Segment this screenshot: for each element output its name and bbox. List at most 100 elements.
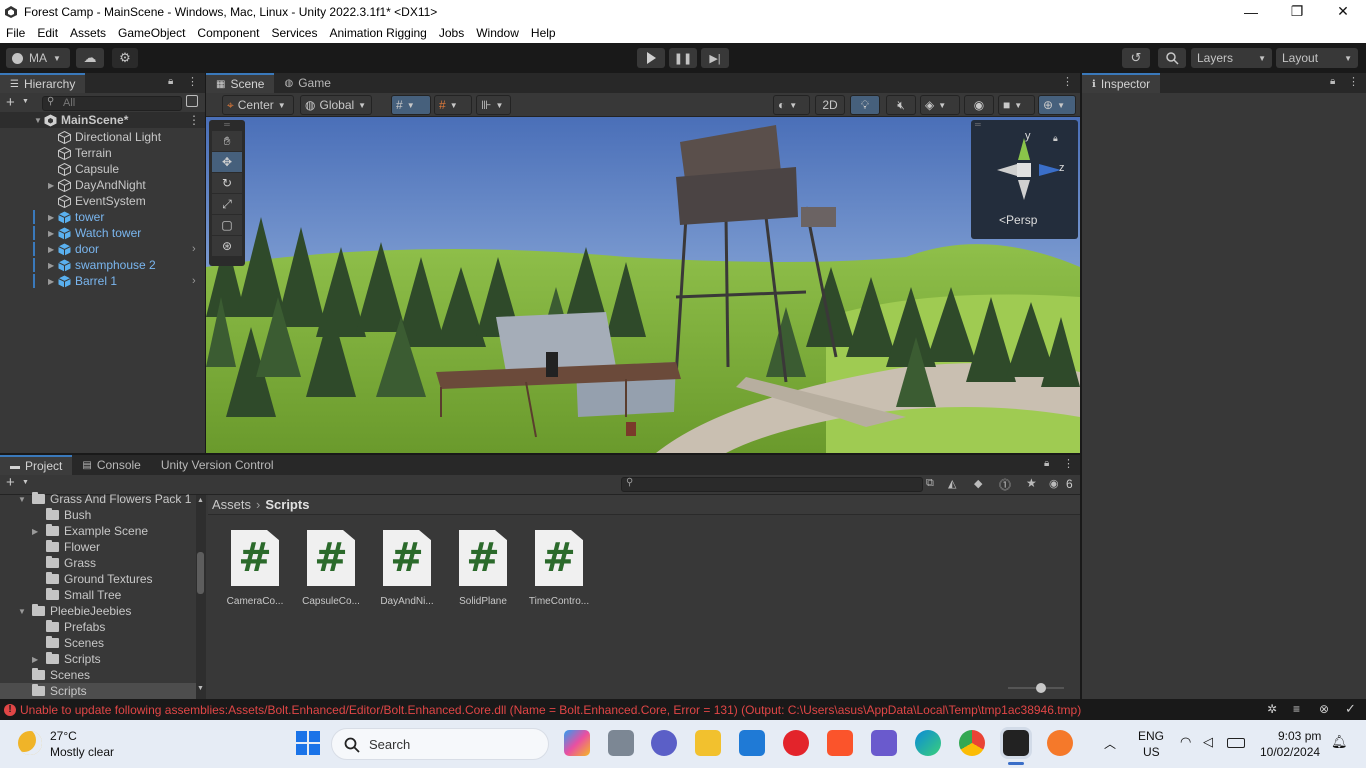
weather-desc[interactable]: Mostly clear [50, 745, 114, 759]
more-menu-icon[interactable]: ⋮ [187, 75, 198, 88]
menu-edit[interactable]: Edit [31, 23, 64, 43]
project-tree-item[interactable]: ▶ Example Scene [0, 523, 196, 539]
copilot-app-icon[interactable] [564, 730, 590, 756]
bug-icon[interactable]: ✲ [1267, 702, 1277, 716]
project-tree-item[interactable]: Flower [0, 539, 196, 555]
zoom-slider[interactable] [1008, 683, 1064, 693]
tab-version-control[interactable]: Unity Version Control [151, 455, 284, 475]
file-explorer-icon[interactable] [695, 730, 721, 756]
effects-dropdown[interactable]: ◈ ▼ [920, 95, 960, 115]
expand-arrow-icon[interactable]: ▼ [34, 116, 44, 125]
menu-jobs[interactable]: Jobs [433, 23, 470, 43]
project-tree-item[interactable]: Ground Textures [0, 571, 196, 587]
tab-inspector[interactable]: ℹ Inspector [1082, 73, 1161, 93]
brave-icon[interactable] [827, 730, 853, 756]
hierarchy-item[interactable]: ▶ Barrel 1 › [0, 273, 205, 289]
lock-icon[interactable]: 🔒︎ [168, 76, 173, 87]
audio-toggle[interactable]: 🔇︎ [886, 95, 916, 115]
notification-bell-icon[interactable]: 🔔︎ [1331, 734, 1348, 750]
more-menu-icon[interactable]: ⋮ [1062, 75, 1073, 88]
draw-mode-dropdown[interactable]: ◐ ▼ [773, 95, 810, 115]
weather-temp[interactable]: 27°C [50, 729, 77, 743]
label-tag-icon[interactable]: ◆ [974, 477, 982, 490]
battery-icon[interactable] [1227, 738, 1245, 748]
breadcrumb-scripts[interactable]: Scripts [265, 497, 309, 512]
taskbar-search[interactable]: Search [331, 728, 549, 760]
hierarchy-item[interactable]: ▶ DayAndNight [0, 177, 205, 193]
cloud-button[interactable]: ☁ [76, 48, 104, 68]
opera-icon[interactable] [783, 730, 809, 756]
more-menu-icon[interactable]: ⋮ [1348, 75, 1359, 88]
hidden-packages-icon[interactable]: ◉ [1049, 477, 1059, 490]
weather-moon-icon[interactable] [18, 731, 42, 755]
project-tree-item[interactable]: Scenes [0, 667, 196, 683]
more-menu-icon[interactable]: ⋮ [188, 113, 200, 127]
asset-item[interactable]: # CameraCo... [219, 530, 291, 607]
hand-tool-button[interactable]: ✋︎ [212, 131, 242, 151]
project-tree-item[interactable]: Scenes [0, 635, 196, 651]
expand-arrow-icon[interactable]: ▶ [48, 229, 58, 238]
project-tree-item[interactable]: ▼ PleebieJeebies [0, 603, 196, 619]
move-tool-button[interactable]: ✥ [212, 152, 242, 172]
minimize-button[interactable]: — [1228, 0, 1274, 23]
teams-chat-icon[interactable] [651, 730, 677, 756]
layout-dropdown[interactable]: Layout ▼ [1276, 48, 1358, 68]
scene-visibility-icon[interactable] [186, 95, 198, 107]
clock-time[interactable]: 9:03 pm [1278, 729, 1321, 743]
persp-toggle[interactable]: <Persp [999, 213, 1037, 227]
asset-item[interactable]: # DayAndNi... [371, 530, 443, 607]
expand-arrow-icon[interactable]: ▶ [48, 261, 58, 270]
toggle-2d-button[interactable]: 2D [815, 95, 845, 115]
menu-component[interactable]: Component [191, 23, 265, 43]
breadcrumb-assets[interactable]: Assets [212, 497, 251, 512]
ruler-button[interactable]: ⊪ ▼ [476, 95, 511, 115]
hierarchy-item[interactable]: ▶ Watch tower [0, 225, 205, 241]
auto-refresh-icon[interactable]: ⊗ [1319, 702, 1329, 716]
menu-help[interactable]: Help [525, 23, 562, 43]
expand-arrow-icon[interactable]: ▶ [32, 655, 46, 664]
expand-arrow-icon[interactable]: ▶ [32, 527, 46, 536]
project-tree-item[interactable]: ▶ Scripts [0, 651, 196, 667]
asset-item[interactable]: # CapsuleCo... [295, 530, 367, 607]
expand-arrow-icon[interactable]: ▶ [48, 245, 58, 254]
collab-button[interactable]: ⚙ [112, 48, 138, 68]
hierarchy-item[interactable]: EventSystem [0, 193, 205, 209]
project-tree-item[interactable]: ▼ Grass And Flowers Pack 1 [0, 491, 196, 507]
favorite-star-icon[interactable]: ★ [1026, 476, 1037, 490]
expand-arrow-icon[interactable]: ▶ [48, 213, 58, 222]
close-button[interactable]: ✕ [1320, 0, 1366, 23]
scene-visibility-toggle[interactable]: ◉ [964, 95, 994, 115]
zoom-slider-thumb[interactable] [1036, 683, 1046, 693]
filter-type-icon[interactable]: ◭ [948, 477, 956, 490]
expand-arrow-icon[interactable]: ▶ [48, 277, 58, 286]
project-tree-item[interactable]: Scripts [0, 683, 196, 699]
scale-tool-button[interactable]: ⤢ [212, 194, 242, 214]
search-button[interactable] [1158, 48, 1186, 68]
lighting-toggle[interactable]: 💡︎ [850, 95, 880, 115]
project-search-input[interactable]: ⚲ [621, 477, 923, 492]
lock-icon[interactable]: 🔒︎ [1330, 76, 1335, 87]
asset-item[interactable]: # SolidPlane [447, 530, 519, 607]
tab-console[interactable]: ▤ Console [72, 455, 150, 475]
restore-button[interactable]: ❐ [1274, 0, 1320, 23]
hierarchy-item[interactable]: Directional Light [0, 129, 205, 145]
gizmos-dropdown[interactable]: ⊕ ▼ [1038, 95, 1076, 115]
space-dropdown[interactable]: ◍ Global ▼ [300, 95, 372, 115]
transform-tool-button[interactable]: ⊛ [212, 236, 242, 256]
orientation-gizmo[interactable]: ═ 🔒︎ y z <Persp [971, 120, 1078, 239]
edge-icon[interactable] [915, 730, 941, 756]
unity-hub-icon[interactable] [1003, 730, 1029, 756]
prefab-open-arrow-icon[interactable]: › [192, 243, 196, 255]
project-tree-item[interactable]: Prefabs [0, 619, 196, 635]
undo-history-button[interactable]: ↺ [1122, 48, 1150, 68]
add-icon[interactable]: + [6, 94, 15, 111]
warning-filter-icon[interactable]: ⓵ [999, 476, 1011, 493]
layers-status-icon[interactable]: ≡ [1293, 702, 1300, 716]
wifi-icon[interactable]: ◠ [1180, 734, 1191, 750]
step-button[interactable]: ▶| [701, 48, 729, 68]
grid-snap-button[interactable]: # ▼ [391, 95, 431, 115]
hierarchy-item[interactable]: Capsule [0, 161, 205, 177]
expand-arrow-icon[interactable]: ▶ [48, 181, 58, 190]
start-button[interactable] [295, 730, 321, 756]
rect-tool-button[interactable]: ▢ [212, 215, 242, 235]
